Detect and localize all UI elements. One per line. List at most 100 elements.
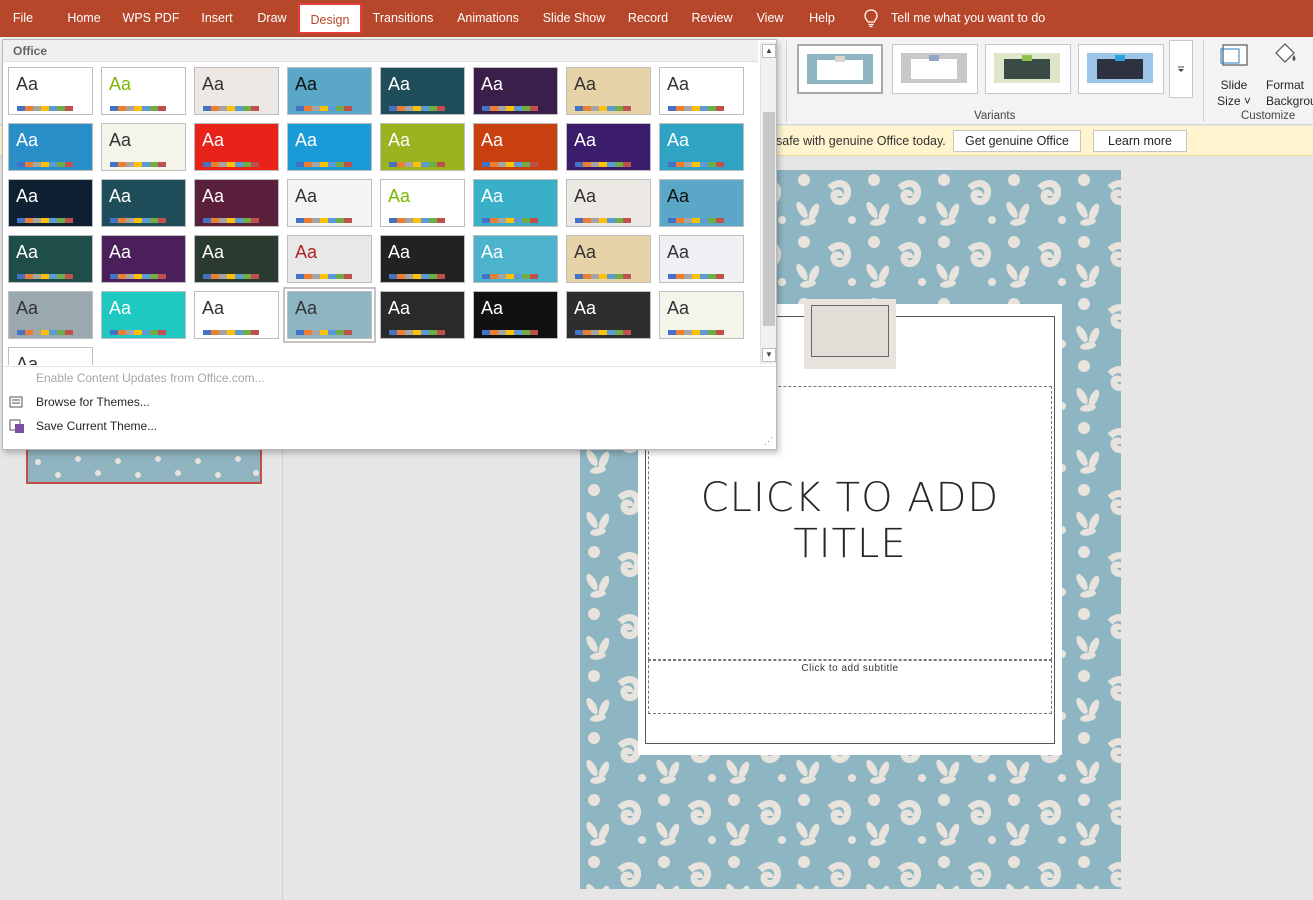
variant-1[interactable] [797,44,883,94]
format-background-button[interactable]: Format Background [1266,39,1313,109]
theme-option[interactable]: Aa [8,123,93,171]
theme-option[interactable]: Aa [380,67,465,115]
theme-sample-text: Aa [388,298,411,318]
theme-color-swatches [17,324,73,335]
tab-help[interactable]: Help [803,0,841,37]
theme-option[interactable]: Aa [566,235,651,283]
tab-record[interactable]: Record [623,0,673,37]
theme-option[interactable]: Aa [101,235,186,283]
tab-draw[interactable]: Draw [252,0,292,37]
gallery-section-header: Office [3,40,758,62]
theme-option[interactable]: Aa [659,235,744,283]
theme-option[interactable]: Aa [8,347,93,365]
tab-design[interactable]: Design [298,3,362,34]
theme-option[interactable]: Aa [101,67,186,115]
get-genuine-office-button[interactable]: Get genuine Office [953,130,1081,152]
variant-3[interactable] [985,44,1071,94]
theme-option[interactable]: Aa [8,179,93,227]
theme-option[interactable]: Aa [659,179,744,227]
theme-option[interactable]: Aa [194,123,279,171]
infobar-message: safe with genuine Office today. [776,134,946,148]
resize-grip-icon[interactable]: ⋰ [764,436,773,447]
theme-option[interactable]: Aa [473,67,558,115]
learn-more-button[interactable]: Learn more [1093,130,1187,152]
tab-file[interactable]: File [4,0,42,37]
tab-wps-pdf[interactable]: WPS PDF [120,0,182,37]
theme-option[interactable]: Aa [566,179,651,227]
tab-transitions[interactable]: Transitions [369,0,437,37]
variant-4[interactable] [1078,44,1164,94]
theme-sample-text: Aa [295,242,318,262]
theme-option[interactable]: Aa [194,291,279,339]
variants-group-label: Variants [974,110,1016,122]
theme-option[interactable]: Aa [473,291,558,339]
theme-option[interactable]: Aa [380,291,465,339]
theme-color-swatches [296,324,352,335]
theme-option[interactable]: Aa [8,291,93,339]
theme-sample-text: Aa [388,186,411,206]
theme-option[interactable]: Aa [287,179,372,227]
themes-gallery-dropdown: Office Aa Aa Aa Aa Aa Aa Aa Aa Aa Aa Aa Aa Aa Aa Aa Aa A… [2,39,777,450]
theme-option[interactable]: Aa [380,235,465,283]
variant-preview [901,53,967,83]
theme-option[interactable]: Aa [8,235,93,283]
tell-me-search[interactable]: Tell me what you want to do [891,0,1045,37]
theme-option[interactable]: Aa [194,179,279,227]
theme-option[interactable]: Aa [101,123,186,171]
tab-review[interactable]: Review [688,0,736,37]
theme-color-swatches [668,100,724,111]
theme-option[interactable]: Aa [283,287,376,343]
theme-option[interactable]: Aa [566,67,651,115]
theme-option[interactable]: Aa [380,123,465,171]
theme-option[interactable]: Aa [659,67,744,115]
theme-option[interactable]: Aa [287,67,372,115]
theme-option[interactable]: Aa [566,123,651,171]
theme-color-swatches [203,100,259,111]
theme-option[interactable]: Aa [8,67,93,115]
theme-color-swatches [110,212,166,223]
theme-option[interactable]: Aa [101,291,186,339]
theme-option[interactable]: Aa [287,123,372,171]
subtitle-placeholder[interactable]: Click to add subtitle [648,660,1052,714]
theme-option[interactable]: Aa [659,291,744,339]
variant-preview [807,54,873,84]
slide-size-button[interactable]: Slide Size ˅ [1211,39,1257,109]
theme-option[interactable]: Aa [659,123,744,171]
theme-option[interactable]: Aa [473,123,558,171]
theme-color-swatches [389,324,445,335]
tab-view[interactable]: View [752,0,788,37]
variant-2[interactable] [892,44,978,94]
gallery-scrollbar[interactable]: ▲ ▼ [760,42,776,364]
theme-option[interactable]: Aa [566,291,651,339]
theme-sample-text: Aa [667,74,690,94]
theme-sample-text: Aa [16,242,39,262]
theme-sample-text: Aa [202,242,225,262]
theme-option[interactable]: Aa [194,67,279,115]
slide-thumbnail-1[interactable] [26,445,262,484]
tab-home[interactable]: Home [60,0,108,37]
variants-more-button[interactable] [1169,40,1193,98]
theme-option[interactable]: Aa [287,235,372,283]
browse-folder-icon [9,396,23,408]
browse-for-themes-item[interactable]: Browse for Themes... [36,395,150,409]
tab-slide-show[interactable]: Slide Show [540,0,608,37]
theme-option[interactable]: Aa [194,235,279,283]
theme-option[interactable]: Aa [473,235,558,283]
theme-color-swatches [203,324,259,335]
scroll-down-arrow[interactable]: ▼ [762,348,776,362]
tab-insert[interactable]: Insert [195,0,239,37]
theme-sample-text: Aa [295,74,318,94]
save-current-theme-item[interactable]: Save Current Theme... [36,419,157,433]
scroll-thumb[interactable] [763,112,775,326]
theme-color-swatches [482,100,538,111]
theme-sample-text: Aa [667,186,690,206]
theme-sample-text: Aa [16,354,39,365]
tab-animations[interactable]: Animations [452,0,524,37]
theme-sample-text: Aa [295,130,318,150]
theme-option[interactable]: Aa [101,179,186,227]
theme-sample-text: Aa [109,130,132,150]
title-tag-decoration [804,299,896,369]
scroll-up-arrow[interactable]: ▲ [762,44,776,58]
theme-option[interactable]: Aa [473,179,558,227]
theme-option[interactable]: Aa [380,179,465,227]
